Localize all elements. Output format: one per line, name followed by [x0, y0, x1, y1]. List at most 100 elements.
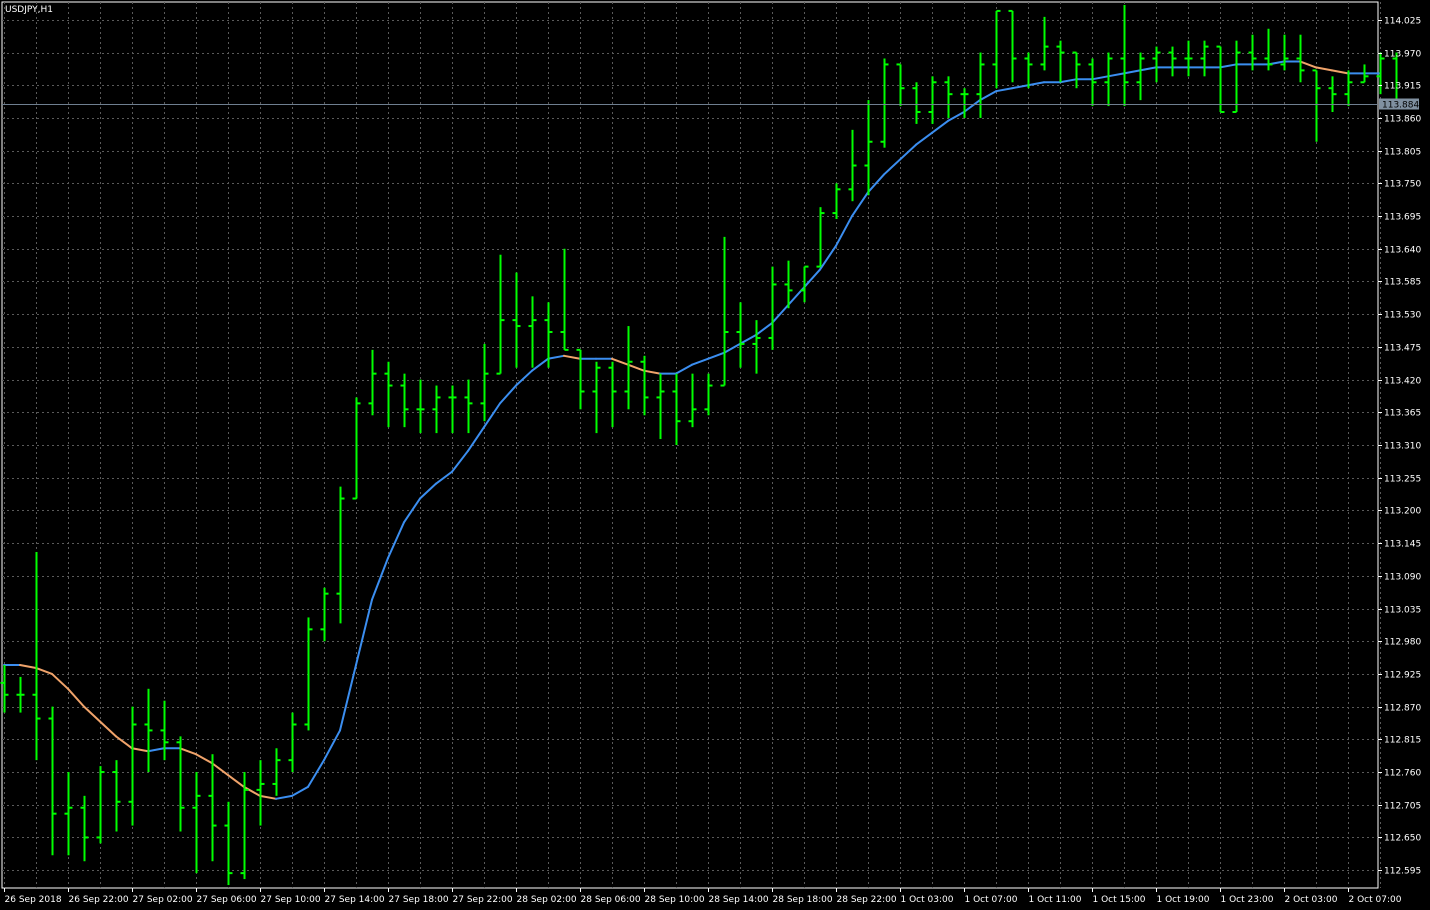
- ohlc-bar: [368, 349, 377, 416]
- ohlc-bar: [656, 373, 665, 440]
- ma-segment: [675, 363, 693, 375]
- ma-segment: [1027, 81, 1045, 87]
- y-tick-label: 113.970: [1384, 50, 1421, 60]
- ohlc-bar: [608, 361, 617, 428]
- y-tick-label: 113.860: [1384, 115, 1421, 125]
- ma-segment: [19, 664, 37, 669]
- x-tick-label: 28 Sep 06:00: [581, 895, 641, 905]
- x-tick-label: 27 Sep 18:00: [389, 895, 449, 905]
- ma-segment: [643, 369, 661, 375]
- x-tick-label: 1 Oct 23:00: [1221, 895, 1274, 905]
- ohlc-bar: [1168, 46, 1177, 77]
- ohlc-bar: [32, 552, 41, 761]
- ohlc-bar: [1312, 69, 1321, 142]
- ma-segment: [547, 354, 565, 360]
- ma-segment: [867, 173, 885, 194]
- ma-segment: [195, 753, 213, 765]
- ma-segment: [387, 521, 405, 559]
- ohlc-bar: [1200, 40, 1209, 77]
- ma-segment: [275, 794, 293, 800]
- y-tick-label: 113.200: [1384, 507, 1421, 517]
- ohlc-bar: [560, 248, 569, 351]
- ma-segment: [1011, 84, 1029, 90]
- y-tick-label: 113.035: [1384, 606, 1421, 616]
- ohlc-bar: [48, 706, 57, 856]
- y-tick-label: 113.640: [1384, 246, 1421, 256]
- ma-segment: [979, 90, 997, 102]
- chart-area[interactable]: 114.025 113.970 113.915 113.860 113.805 113.7…: [0, 0, 1430, 910]
- ma-segment: [483, 402, 501, 429]
- ohlc-bar: [336, 486, 345, 624]
- y-tick-label: 113.585: [1384, 278, 1421, 288]
- ohlc-bar: [768, 266, 777, 350]
- ma-segment: [1219, 63, 1237, 69]
- ohlc-bar: [176, 736, 185, 832]
- ohlc-bar: [96, 766, 105, 844]
- ma-segment: [915, 131, 933, 146]
- ma-segment: [291, 785, 309, 797]
- ohlc-bar: [1184, 40, 1193, 77]
- y-tick-label: 113.750: [1384, 180, 1421, 190]
- ohlc-bar: [912, 82, 921, 124]
- ohlc-bar: [688, 373, 697, 428]
- x-tick-label: 1 Oct 15:00: [1093, 895, 1146, 905]
- x-tick-label: 28 Sep 14:00: [709, 895, 769, 905]
- ohlc-bar: [512, 272, 521, 368]
- ohlc-bar: [704, 373, 713, 416]
- current-price-label: 113.884: [1379, 98, 1419, 111]
- ohlc-bar: [128, 706, 137, 826]
- ma-segment: [755, 322, 773, 336]
- ohlc-bar: [944, 76, 953, 118]
- x-tick-label: 1 Oct 19:00: [1157, 895, 1210, 905]
- y-tick-label: 113.475: [1384, 344, 1421, 354]
- y-tick-label: 113.310: [1384, 442, 1421, 452]
- ma-segment: [67, 687, 85, 708]
- ma-segment: [499, 384, 517, 405]
- ma-segment: [1107, 72, 1125, 78]
- ma-segment: [531, 357, 549, 372]
- x-tick-label: 28 Sep 10:00: [645, 895, 705, 905]
- ohlc-bar: [160, 700, 169, 761]
- ohlc-bar: [1328, 76, 1337, 113]
- ma-segment: [147, 747, 165, 753]
- ma-segment: [1139, 66, 1157, 72]
- y-tick-label: 112.650: [1384, 834, 1421, 844]
- ohlc-bar: [624, 326, 633, 410]
- time-axis: 26 Sep 2018 26 Sep 22:00 27 Sep 02:00 27 Se…: [4, 888, 1402, 905]
- ma-segment: [1059, 78, 1077, 84]
- ohlc-bar: [672, 373, 681, 445]
- x-tick-label: 27 Sep 22:00: [453, 895, 513, 905]
- ma-segment: [99, 720, 117, 738]
- y-tick-label: 113.365: [1384, 409, 1421, 419]
- ohlc-bar: [1136, 52, 1145, 101]
- ohlc-bar: [640, 355, 649, 416]
- ma-segment: [931, 119, 949, 134]
- ma-segment: [467, 426, 485, 452]
- ohlc-bar: [928, 76, 937, 124]
- ma-segment: [1315, 66, 1333, 72]
- ma-segment: [451, 449, 469, 473]
- ohlc-bar: [416, 379, 425, 434]
- y-tick-label: 112.870: [1384, 704, 1421, 714]
- ohlc-bar: [528, 296, 537, 368]
- ohlc-bar: [224, 801, 233, 886]
- y-tick-label: 113.145: [1384, 540, 1421, 550]
- ma-segment: [1091, 75, 1109, 81]
- ohlc-bar: [848, 129, 857, 202]
- ma-segment: [419, 482, 437, 500]
- y-tick-label: 112.925: [1384, 671, 1421, 681]
- ohlc-bar: [64, 772, 73, 856]
- x-tick-label: 26 Sep 2018: [5, 895, 62, 905]
- ohlc-bar: [1008, 9, 1017, 83]
- ohlc-bar: [1296, 34, 1305, 83]
- y-tick-label: 112.705: [1384, 802, 1421, 812]
- x-tick-label: 28 Sep 18:00: [773, 895, 833, 905]
- current-price-label-text: 113.884: [1382, 101, 1419, 111]
- ma-segment: [1299, 60, 1317, 69]
- x-tick-label: 27 Sep 02:00: [133, 895, 193, 905]
- ohlc-bar: [1040, 16, 1049, 71]
- ohlc-bar: [1024, 52, 1033, 89]
- ma-segment: [707, 351, 725, 360]
- price-chart[interactable]: 114.025 113.970 113.915 113.860 113.805 113.7…: [0, 0, 1430, 910]
- ma-segment: [259, 794, 277, 800]
